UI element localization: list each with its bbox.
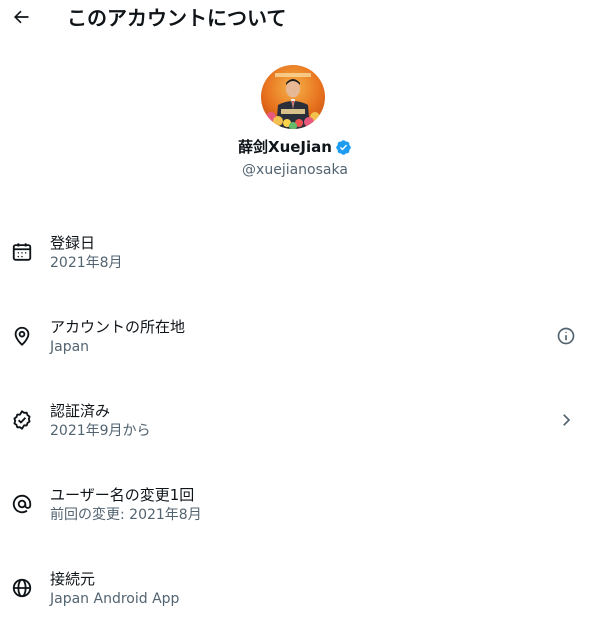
calendar-icon [10,240,34,264]
item-title: 認証済み [50,402,111,420]
item-subtitle: 2021年9月から [50,423,151,439]
item-subtitle: 前回の変更: 2021年8月 [50,507,202,523]
info-icon [557,327,575,345]
globe-icon [10,576,34,600]
at-sign-icon [10,492,34,516]
verified-badge-outline-icon [10,408,34,432]
chevron-right-icon [563,414,571,426]
arrow-left-icon [14,10,29,24]
about-account-page: このアカウントについて 薛剑XueJian @xuejianosaka 登録日 … [0,0,590,642]
back-button[interactable] [8,4,34,30]
info-item-connected-via: 接続元 Japan Android App [0,568,590,628]
item-title: ユーザー名の変更1回 [50,486,195,504]
location-pin-icon [10,324,34,348]
handle: @xuejianosaka [242,162,348,178]
info-item-joined: 登録日 2021年8月 [0,232,590,292]
info-item-verified[interactable]: 認証済み 2021年9月から [0,400,590,460]
info-item-username-changes: ユーザー名の変更1回 前回の変更: 2021年8月 [0,484,590,544]
avatar[interactable] [261,65,325,129]
header: このアカウントについて [0,0,590,40]
item-subtitle: 2021年8月 [50,255,123,271]
info-button[interactable] [554,324,578,348]
item-title: アカウントの所在地 [50,318,186,336]
item-title: 登録日 [50,234,96,252]
name-row: 薛剑XueJian [0,137,590,157]
item-subtitle: Japan Android App [50,591,180,607]
item-subtitle: Japan [50,339,90,355]
item-title: 接続元 [50,570,96,588]
info-item-location: アカウントの所在地 Japan [0,316,590,376]
display-name: 薛剑XueJian [238,138,332,156]
verified-badge-icon [336,139,351,155]
page-title: このアカウントについて [67,6,287,30]
chevron-right-button[interactable] [554,408,578,432]
